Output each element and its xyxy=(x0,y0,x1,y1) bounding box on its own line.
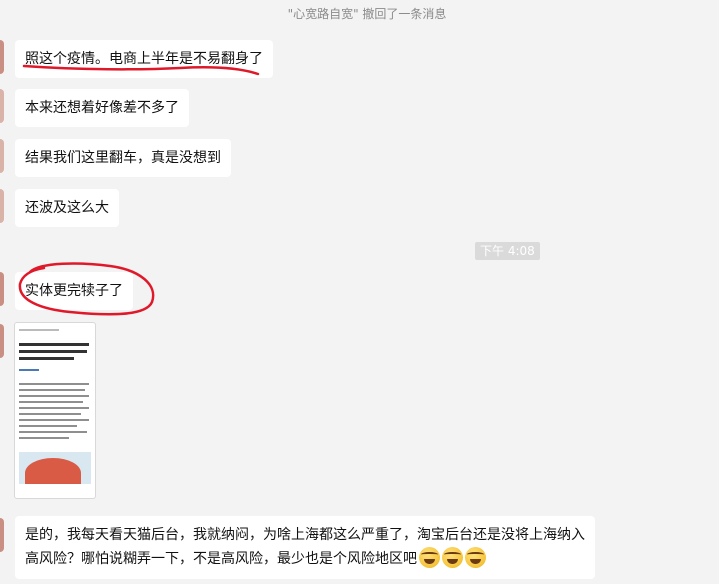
message-text: 实体更完犊子了 xyxy=(25,283,123,299)
timestamp-badge: 下午 4:08 xyxy=(475,242,540,260)
image-message-thumbnail[interactable] xyxy=(14,322,96,499)
message-text: 结果我们这里翻车，真是没想到 xyxy=(25,150,221,166)
map-thumbnail xyxy=(19,452,91,484)
laughing-crying-emoji-icon xyxy=(419,547,440,568)
message-text: 照这个疫情。电商上半年是不易翻身了 xyxy=(25,51,263,67)
message-text: 还波及这么大 xyxy=(25,200,109,216)
avatar[interactable] xyxy=(0,272,4,306)
laughing-crying-emoji-icon xyxy=(465,547,486,568)
message-bubble[interactable]: 还波及这么大 xyxy=(15,189,119,227)
chat-panel: "心宽路自宽" 撤回了一条消息 照这个疫情。电商上半年是不易翻身了 本来还想着好… xyxy=(0,0,719,584)
avatar[interactable] xyxy=(0,89,4,123)
message-text: 本来还想着好像差不多了 xyxy=(25,100,179,116)
message-bubble[interactable]: 实体更完犊子了 xyxy=(15,272,133,310)
avatar[interactable] xyxy=(0,324,4,358)
avatar[interactable] xyxy=(0,518,4,552)
recall-notice: "心宽路自宽" 撤回了一条消息 xyxy=(287,7,447,21)
message-bubble[interactable]: 照这个疫情。电商上半年是不易翻身了 xyxy=(15,40,273,78)
message-bubble[interactable]: 结果我们这里翻车，真是没想到 xyxy=(15,139,231,177)
avatar[interactable] xyxy=(0,40,4,74)
message-bubble[interactable]: 本来还想着好像差不多了 xyxy=(15,89,189,127)
avatar[interactable] xyxy=(0,189,4,223)
message-bubble[interactable]: 是的，我每天看天猫后台，我就纳闷，为啥上海都这么严重了，淘宝后台还是没将上海纳入… xyxy=(15,516,595,579)
laughing-crying-emoji-icon xyxy=(442,547,463,568)
message-text: 是的，我每天看天猫后台，我就纳闷，为啥上海都这么严重了，淘宝后台还是没将上海纳入… xyxy=(25,527,585,567)
avatar[interactable] xyxy=(0,139,4,173)
